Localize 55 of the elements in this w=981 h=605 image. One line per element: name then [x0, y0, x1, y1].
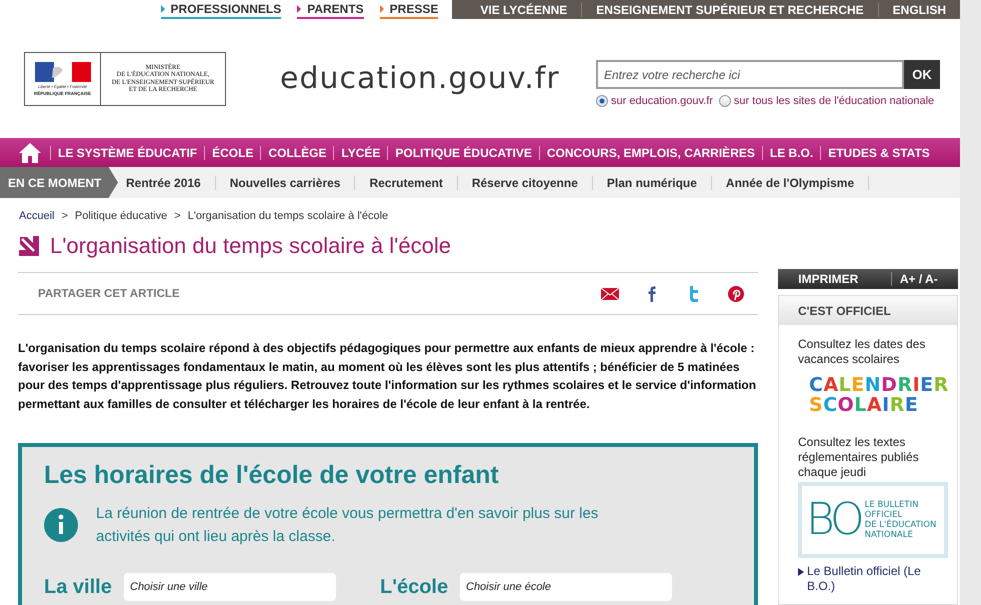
tool-button[interactable]: A+ / A-: [890, 272, 946, 286]
nav-item[interactable]: LE SYSTÈME ÉDUCATIF: [50, 146, 204, 160]
arrow-icon: [18, 235, 40, 257]
calendar-logo[interactable]: CALENDRIER SCOLAIRE: [809, 375, 947, 415]
tool-button[interactable]: IMPRIMER: [790, 272, 866, 286]
nav-item[interactable]: COLLÈGE: [260, 146, 334, 160]
topics-label: EN CE MOMENT: [0, 167, 118, 198]
panel-title: Les horaires de l'école de votre enfant: [44, 461, 500, 490]
topic-link[interactable]: Plan numérique: [592, 176, 712, 190]
topic-link[interactable]: Année de l'Olympisme: [712, 176, 870, 190]
page-title: L'organisation du temps scolaire à l'école: [50, 233, 451, 259]
search-button[interactable]: OK: [904, 60, 940, 89]
card-text: Consultez les textes réglementaires publiés chaque jeudi: [798, 435, 920, 480]
audience-link[interactable]: PRESSE: [380, 0, 438, 19]
topic-link[interactable]: Recrutement: [355, 176, 458, 190]
field-label: L'école: [380, 576, 448, 598]
radio-label: sur education.gouv.fr: [611, 95, 713, 107]
search-field[interactable]: Entrez votre recherche ici: [596, 60, 904, 89]
nav-item[interactable]: ÉCOLE: [204, 146, 260, 160]
audience-link[interactable]: PARENTS: [297, 0, 364, 19]
site-name: education.gouv.fr: [280, 61, 560, 96]
top-link[interactable]: ENSEIGNEMENT SUPÉRIEUR ET RECHERCHE: [581, 2, 878, 16]
share-label: PARTAGER CET ARTICLE: [38, 288, 180, 300]
select-field[interactable]: Choisir une ville: [124, 573, 336, 601]
breadcrumb-separator: >: [174, 210, 181, 222]
nav-item[interactable]: CONCOURS, EMPLOIS, CARRIÈRES: [538, 146, 762, 160]
breadcrumb-separator: >: [61, 210, 68, 222]
radio-label: sur tous les sites de l'éducation nationale: [734, 95, 934, 107]
info-text: La réunion de rentrée de votre école vous permettra d'en savoir plus sur les activités qui ont lieu après la classe.: [96, 504, 600, 547]
intro-paragraph: L'organisation du temps scolaire répond à des objectifs pédagogiques pour permettre aux enfants de mieux apprendre à l'école : favoriser les apprentissages fondamentaux le matin, au moment où les élèves sont les plus attentifs ; bénéficier de 5 matinées pour des temps d'apprentissage plus réguliers. Retrouvez toute l'information sur les rythmes scolaires et le service d'information permettant aux familles de consulter et télécharger les horaires de l'école de leur enfant à la rentrée.: [18, 340, 758, 412]
home-icon[interactable]: [18, 142, 42, 164]
select-field[interactable]: Choisir une école: [460, 573, 672, 601]
breadcrumb-link[interactable]: L'organisation du temps scolaire à l'école: [188, 210, 388, 222]
pinterest-icon[interactable]: [726, 284, 746, 302]
info-icon: [44, 508, 78, 542]
nav-item[interactable]: POLITIQUE ÉDUCATIVE: [387, 146, 539, 160]
top-link[interactable]: VIE LYCÉENNE: [466, 2, 582, 16]
bulletin-link[interactable]: Le Bulletin officiel (Le B.O.): [807, 564, 947, 594]
radio-button[interactable]: [718, 95, 731, 107]
audience-link[interactable]: PROFESSIONNELS: [160, 0, 282, 19]
nav-item[interactable]: LYCÉE: [333, 146, 388, 160]
breadcrumb-link[interactable]: Politique éducative: [74, 210, 168, 222]
top-link[interactable]: ENGLISH: [878, 2, 960, 16]
card-title: C'EST OFFICIEL: [779, 296, 957, 325]
card-text: Consultez les dates des vacances scolaires: [798, 337, 926, 367]
nav-item[interactable]: LE B.O.: [762, 146, 820, 160]
topic-link[interactable]: Rentrée 2016: [118, 176, 216, 190]
radio-button[interactable]: [596, 95, 608, 107]
flag-icon: [34, 62, 90, 82]
nav-item[interactable]: ETUDES & STATS: [820, 146, 937, 160]
triangle-icon: [798, 568, 804, 576]
topic-link[interactable]: Réserve citoyenne: [458, 176, 593, 190]
breadcrumb-link[interactable]: Accueil: [19, 210, 54, 222]
field-label: La ville: [44, 576, 112, 598]
topic-link[interactable]: Nouvelles carrières: [216, 176, 356, 190]
